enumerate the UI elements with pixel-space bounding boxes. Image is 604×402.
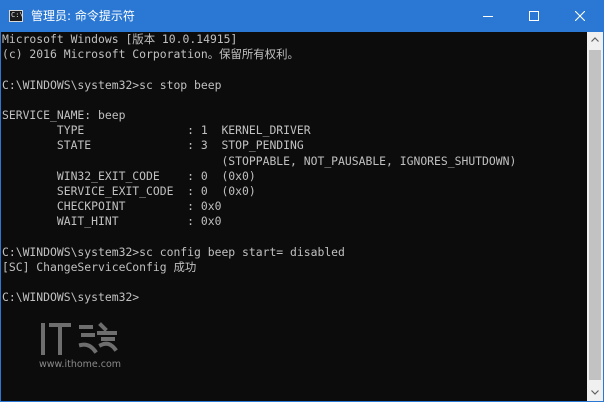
close-button[interactable] xyxy=(557,1,603,32)
ithome-watermark: www.ithome.com xyxy=(39,319,149,379)
console-prompt-line[interactable]: C:\WINDOWS\system32> xyxy=(2,290,139,304)
title-bar[interactable]: C:\ 管理员: 命令提示符 xyxy=(1,1,603,32)
cmd-icon[interactable]: C:\ xyxy=(9,10,24,22)
console-line: (STOPPABLE, NOT_PAUSABLE, IGNORES_SHUTDO… xyxy=(2,153,517,168)
scroll-up-icon xyxy=(591,37,599,42)
console-line: C:\WINDOWS\system32>sc stop beep xyxy=(2,77,222,92)
scroll-down-button[interactable] xyxy=(587,385,603,401)
console-line: [SC] ChangeServiceConfig 成功 xyxy=(2,260,197,275)
console-line: (c) 2016 Microsoft Corporation。保留所有权利。 xyxy=(2,47,299,62)
console-line: Microsoft Windows [版本 10.0.14915] xyxy=(2,32,238,46)
console-line: WAIT_HINT : 0x0 xyxy=(2,214,222,229)
console-line: SERVICE_EXIT_CODE : 0 (0x0) xyxy=(2,184,256,199)
maximize-button[interactable] xyxy=(511,1,557,32)
console-line: SERVICE_NAME: beep xyxy=(2,108,126,123)
vertical-scrollbar[interactable] xyxy=(587,32,603,401)
console-line: C:\WINDOWS\system32>sc config beep start… xyxy=(2,244,345,259)
scroll-down-icon xyxy=(591,390,599,395)
scrollbar-thumb[interactable] xyxy=(589,50,601,380)
scroll-up-button[interactable] xyxy=(587,32,603,48)
command-prompt-window: C:\ 管理员: 命令提示符 Microsoft Windows [版本 10.… xyxy=(0,0,604,402)
maximize-icon xyxy=(529,11,539,21)
watermark-url: www.ithome.com xyxy=(39,359,122,370)
console-line: TYPE : 1 KERNEL_DRIVER xyxy=(2,123,311,138)
minimize-icon xyxy=(483,16,493,17)
minimize-button[interactable] xyxy=(465,1,511,32)
console-line: WIN32_EXIT_CODE : 0 (0x0) xyxy=(2,168,256,183)
close-icon xyxy=(575,11,585,21)
console-line: CHECKPOINT : 0x0 xyxy=(2,199,222,214)
console-line: STATE : 3 STOP_PENDING xyxy=(2,138,304,153)
ithome-logo-icon xyxy=(41,322,118,355)
window-title: 管理员: 命令提示符 xyxy=(31,9,135,23)
